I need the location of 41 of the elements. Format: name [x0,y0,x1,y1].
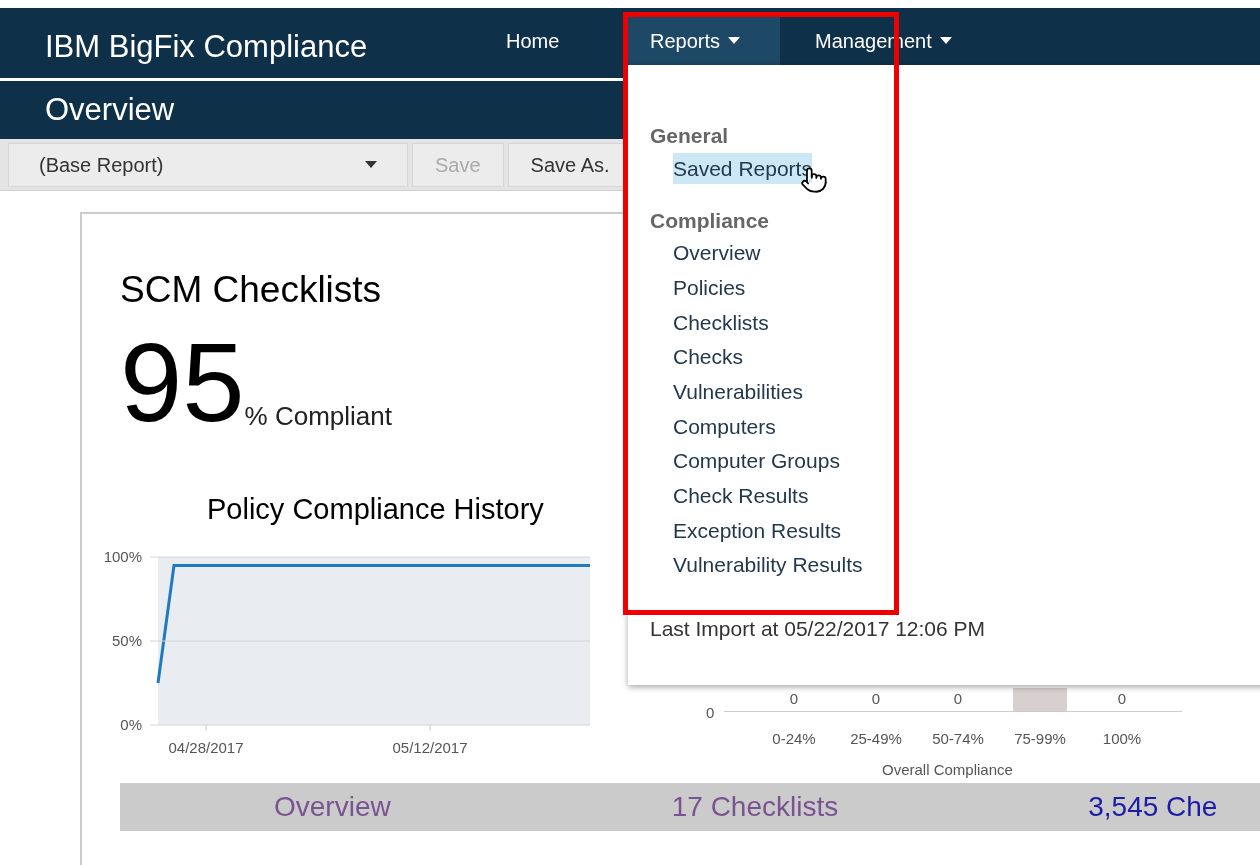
app-title: IBM BigFix Compliance [45,28,369,66]
axis-label: 100% [1101,729,1143,749]
axis-label: 75-99% [1013,729,1067,749]
menu-item[interactable]: Exception Results [673,514,842,547]
menu-item[interactable]: Checklists [673,306,769,339]
menu-item[interactable]: Vulnerability Results [673,549,863,581]
menu-item[interactable]: Saved Reports [673,152,812,185]
report-select[interactable]: (Base Report) [8,142,408,187]
card-title: SCM Checklists [120,268,382,312]
last-import-text: Last Import at 05/22/2017 12:06 PM [650,615,987,642]
compliance-label: % Compliant [244,399,392,433]
bar-value-label: 0 [1117,688,1127,709]
summary-link[interactable]: Overview [274,786,391,828]
menu-item[interactable]: Computer Groups [673,445,840,477]
menu-item[interactable]: Overview [673,237,761,269]
menu-group-heading: Compliance [650,207,771,234]
axis-label: 25-49% [849,729,903,749]
menu-item[interactable]: Checks [673,341,744,373]
menu-item[interactable]: Check Results [673,480,809,512]
bar-value-label: 0 [789,688,799,709]
axis-label: 0% [120,716,142,733]
axis-label: 0 [706,702,716,723]
menu-group-heading: General [650,123,730,149]
summary-link[interactable]: 17 Checklists [671,786,839,828]
page-title: Overview [45,90,175,129]
axis-title: Overall Compliance [882,759,1014,780]
caret-icon [365,161,377,168]
summary-link[interactable]: 3,545 Che [1088,786,1218,828]
axis-label: 0-24% [771,729,817,749]
bar-value-label: 0 [953,688,963,709]
axis-label: 05/12/2017 [392,739,468,756]
menu-item[interactable]: Policies [673,271,746,304]
axis-label: 50-74% [931,729,985,749]
axis-label: 100% [103,548,142,565]
compliance-percent: 95 [120,337,245,428]
nav-tab[interactable]: Home [485,12,628,69]
menu-item[interactable]: Computers [673,410,776,443]
axis-label: 50% [111,632,142,649]
menu-item[interactable]: Vulnerabilities [673,376,803,408]
axis-label: 04/28/2017 [168,739,244,756]
bar-value-label: 0 [871,688,881,709]
